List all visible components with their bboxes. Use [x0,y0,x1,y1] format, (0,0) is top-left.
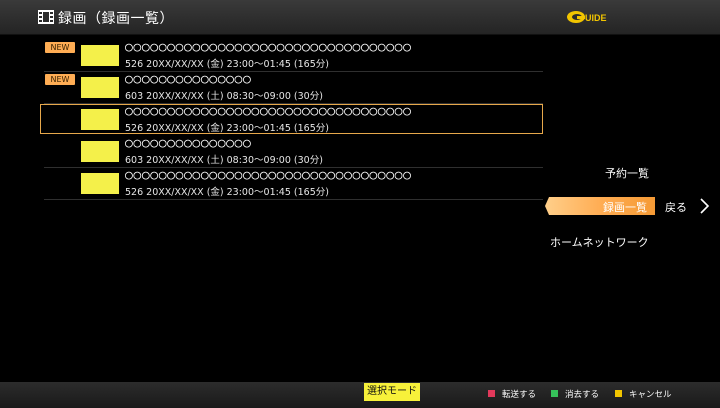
recording-title: ○○○○○○○○○○○○○○○○○○○○○○○○○○○○○○○○○○ [125,168,412,183]
select-mode-button[interactable]: 選択モード [364,383,420,401]
hint-label: 転送する [502,390,537,400]
recording-info: 526 20XX/XX/XX (金) 23:00～01:45 (165分) [125,59,329,70]
recording-title: ○○○○○○○○○○○○○○○ [125,72,252,87]
yellow-square-icon [615,390,622,397]
menu-item-home-network[interactable]: ホームネットワーク [550,234,649,250]
g-guide-logo: UIDE [567,11,607,23]
row-divider [44,199,543,200]
thumbnail [81,173,119,194]
hint-label: キャンセル [629,390,672,400]
new-badge: NEW [45,74,75,85]
chevron-right-icon[interactable] [698,197,710,215]
recording-info: 526 20XX/XX/XX (金) 23:00～01:45 (165分) [125,187,329,198]
svg-text:UIDE: UIDE [585,13,607,23]
recording-list: NEW ○○○○○○○○○○○○○○○○○○○○○○○○○○○○○○○○○○ 5… [0,40,545,200]
recording-info: 603 20XX/XX/XX (土) 08:30～09:00 (30分) [125,155,323,166]
recording-row[interactable]: NEW ○○○○○○○○○○○○○○○ 603 20XX/XX/XX (土) 0… [0,72,545,104]
hint-label: 消去する [565,390,600,400]
green-square-icon [551,390,558,397]
recording-title: ○○○○○○○○○○○○○○○○○○○○○○○○○○○○○○○○○○ [125,40,412,55]
red-square-icon [488,390,495,397]
recording-title: ○○○○○○○○○○○○○○○○○○○○○○○○○○○○○○○○○○ [125,104,412,119]
recording-row[interactable]: NEW ○○○○○○○○○○○○○○○○○○○○○○○○○○○○○○○○○○ 5… [0,40,545,72]
recording-info: 603 20XX/XX/XX (土) 08:30～09:00 (30分) [125,91,323,102]
recording-row-selected[interactable]: ○○○○○○○○○○○○○○○○○○○○○○○○○○○○○○○○○○ 526 2… [0,104,545,136]
recording-row[interactable]: ○○○○○○○○○○○○○○○ 603 20XX/XX/XX (土) 08:30… [0,136,545,168]
thumbnail [81,141,119,162]
recording-row[interactable]: ○○○○○○○○○○○○○○○○○○○○○○○○○○○○○○○○○○ 526 2… [0,168,545,200]
film-icon [38,10,54,24]
thumbnail [81,77,119,98]
thumbnail [81,109,119,130]
thumbnail [81,45,119,66]
title-bar: 録画（録画一覧） UIDE [0,0,720,35]
back-button[interactable]: 戻る [665,199,687,215]
new-badge: NEW [45,42,75,53]
page-title: 録画（録画一覧） [58,11,174,27]
recording-info: 526 20XX/XX/XX (金) 23:00～01:45 (165分) [125,123,329,134]
menu-item-label: 録画一覧 [603,201,647,214]
menu-item-recording-list[interactable]: 録画一覧 [545,197,655,215]
menu-item-reserve-list[interactable]: 予約一覧 [605,165,649,181]
footer-bar [0,382,720,408]
recording-title: ○○○○○○○○○○○○○○○ [125,136,252,151]
